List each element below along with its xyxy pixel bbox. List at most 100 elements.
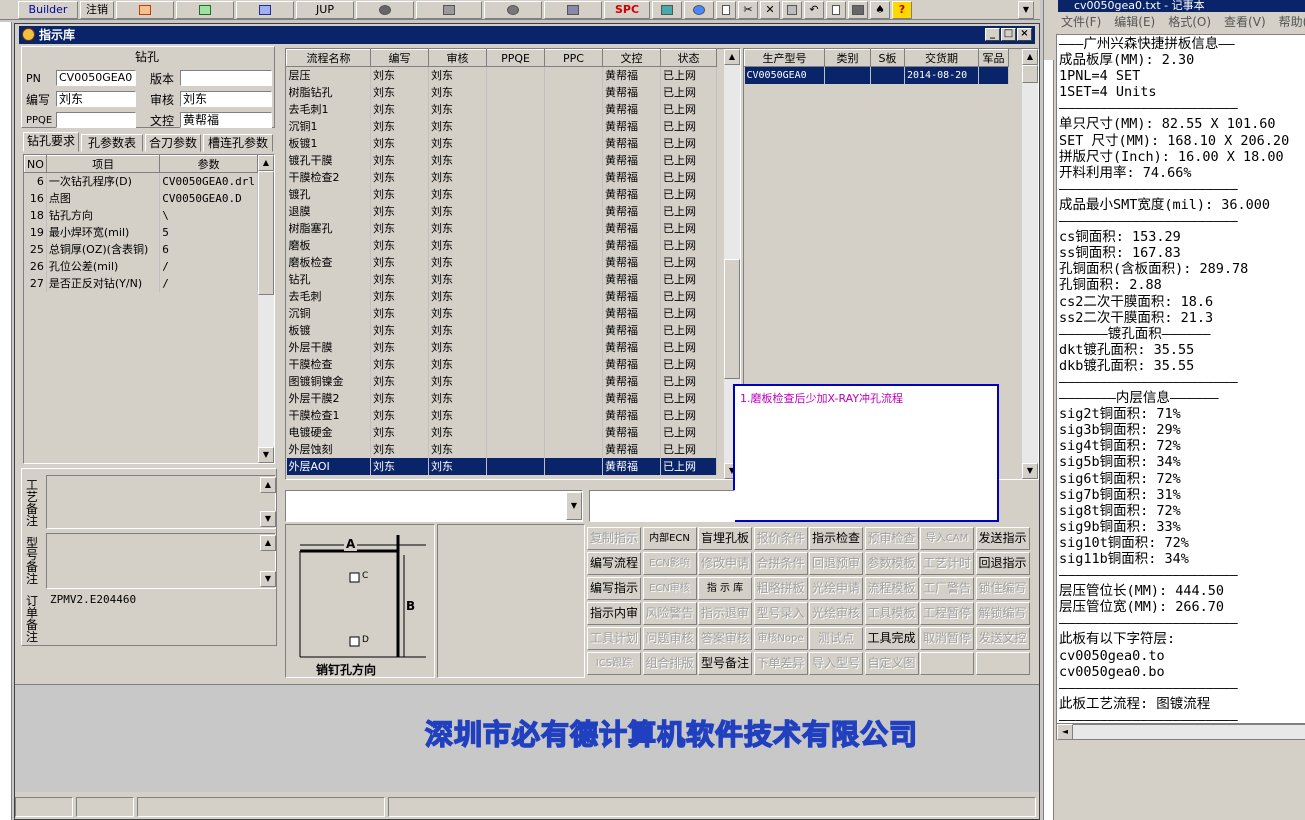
- col-ppc[interactable]: PPC: [544, 49, 603, 67]
- col-category[interactable]: 类别: [824, 49, 871, 67]
- col-ppqe[interactable]: PPQE: [486, 49, 545, 67]
- craft-scroll-down-icon[interactable]: ▼: [260, 511, 276, 527]
- action-button-2-2[interactable]: 指 示 库: [698, 577, 752, 600]
- action-button-5-5[interactable]: 自定义图: [864, 652, 919, 675]
- hscroll-left-icon[interactable]: ◄: [1057, 724, 1073, 740]
- col-military[interactable]: 军品: [978, 49, 1009, 67]
- table-row[interactable]: 树脂钻孔 刘东 刘东 黄帮福 已上网: [286, 83, 717, 101]
- table-row[interactable]: 干膜检查1 刘东 刘东 黄帮福 已上网: [286, 406, 717, 424]
- doc-control-field[interactable]: 黄帮福: [180, 112, 272, 128]
- col-author[interactable]: 编写: [370, 49, 429, 67]
- action-button-2-4[interactable]: 光绘申请: [809, 577, 863, 600]
- close-button[interactable]: ×: [1017, 28, 1032, 41]
- action-button-1-5[interactable]: 参数模板: [864, 552, 919, 575]
- table-row[interactable]: 外层蚀刻 刘东 刘东 黄帮福 已上网: [286, 440, 717, 458]
- action-button-3-7[interactable]: 解锁编写: [975, 602, 1030, 625]
- action-button-1-2[interactable]: 修改申请: [698, 552, 752, 575]
- action-button-5-6[interactable]: [920, 652, 974, 675]
- action-button-3-3[interactable]: 型号录入: [753, 602, 808, 625]
- action-button-3-6[interactable]: 工程暂停: [920, 602, 974, 625]
- table-row[interactable]: 图镀铜镍金 刘东 刘东 黄帮福 已上网: [286, 372, 717, 390]
- jup-button[interactable]: JUP: [296, 1, 354, 19]
- col-s-board[interactable]: S板: [870, 49, 905, 67]
- table-row[interactable]: 层压 刘东 刘东 黄帮福 已上网: [286, 66, 717, 84]
- maximize-button[interactable]: □: [1001, 28, 1016, 41]
- table-row[interactable]: 沉铜1 刘东 刘东 黄帮福 已上网: [286, 117, 717, 135]
- table-row[interactable]: 树脂塞孔 刘东 刘东 黄帮福 已上网: [286, 219, 717, 237]
- table-row[interactable]: 板镀 刘东 刘东 黄帮福 已上网: [286, 321, 717, 339]
- action-button-2-6[interactable]: 工厂警告: [920, 577, 974, 600]
- ppqe-field[interactable]: [56, 112, 136, 128]
- action-button-0-7[interactable]: 发送指示: [975, 527, 1030, 550]
- process-combo[interactable]: ▼: [285, 490, 583, 522]
- pn-field[interactable]: CV0050GEA0: [56, 70, 136, 86]
- action-button-0-0[interactable]: 复制指示: [587, 527, 641, 550]
- action-button-2-1[interactable]: ECN审核: [642, 577, 697, 600]
- model-scrollbar[interactable]: ▲ ▼: [1022, 49, 1038, 479]
- action-button-1-7[interactable]: 回退指示: [975, 552, 1030, 575]
- action-button-4-4[interactable]: 测试点: [809, 627, 863, 650]
- table-row[interactable]: 钻孔 刘东 刘东 黄帮福 已上网: [286, 270, 717, 288]
- scroll-down-icon[interactable]: ▼: [258, 447, 274, 463]
- model-scroll-down-icon[interactable]: ▼: [1022, 463, 1038, 479]
- table-row[interactable]: 板镀1 刘东 刘东 黄帮福 已上网: [286, 134, 717, 152]
- model-note-field[interactable]: [46, 533, 276, 589]
- action-button-5-3[interactable]: 下单差异: [753, 652, 808, 675]
- table-row[interactable]: 去毛刺 刘东 刘东 黄帮福 已上网: [286, 287, 717, 305]
- table-row[interactable]: 去毛刺1 刘东 刘东 黄帮福 已上网: [286, 100, 717, 118]
- action-button-3-5[interactable]: 工具模板: [864, 602, 919, 625]
- menu-file[interactable]: 文件(F): [1061, 15, 1101, 29]
- table-row[interactable]: 镀孔 刘东 刘东 黄帮福 已上网: [286, 185, 717, 203]
- toolbar-dropdown-icon[interactable]: ▼: [1018, 1, 1034, 19]
- builder-button[interactable]: Builder: [18, 1, 78, 19]
- table-row[interactable]: 电镀硬金 刘东 刘东 黄帮福 已上网: [286, 423, 717, 441]
- col-process-name[interactable]: 流程名称: [286, 49, 371, 67]
- col-production-model[interactable]: 生产型号: [744, 49, 825, 67]
- word-icon[interactable]: [236, 1, 294, 19]
- action-button-0-5[interactable]: 预审检查: [864, 527, 919, 550]
- action-button-3-2[interactable]: 指示退审: [698, 602, 752, 625]
- author-field[interactable]: 刘东: [56, 91, 136, 107]
- cut-icon[interactable]: ✂: [738, 1, 758, 19]
- model-scroll-thumb[interactable]: [1022, 65, 1038, 83]
- action-button-0-1[interactable]: 内部ECN: [642, 527, 697, 550]
- table-row[interactable]: 16 点图 CV0050GEA0.D: [24, 189, 258, 207]
- params-scrollbar[interactable]: ▲ ▼: [258, 155, 274, 463]
- model-scroll-up-icon[interactable]: ▲: [1022, 49, 1038, 65]
- ppt-icon[interactable]: [116, 1, 174, 19]
- action-button-0-6[interactable]: 导入CAM: [920, 527, 974, 550]
- action-button-4-5[interactable]: 工具完成: [864, 627, 919, 650]
- action-button-4-6[interactable]: 取消暂停: [920, 627, 974, 650]
- notepad-hscrollbar[interactable]: ◄: [1056, 724, 1305, 740]
- table-row[interactable]: 外层干膜 刘东 刘东 黄帮福 已上网: [286, 338, 717, 356]
- action-button-3-4[interactable]: 光绘审核: [809, 602, 863, 625]
- action-button-5-7[interactable]: [975, 652, 1030, 675]
- col-no[interactable]: NO: [24, 155, 47, 173]
- tab-hole-params[interactable]: 孔参数表: [81, 134, 143, 152]
- action-button-0-4[interactable]: 指示检查: [809, 527, 863, 550]
- action-button-0-2[interactable]: 盲埋孔板: [698, 527, 752, 550]
- excel-icon[interactable]: [176, 1, 234, 19]
- col-doc[interactable]: 文控: [602, 49, 661, 67]
- help-icon[interactable]: ?: [892, 1, 912, 19]
- craft-scroll-up-icon[interactable]: ▲: [260, 477, 276, 493]
- action-button-2-0[interactable]: 编写指示: [587, 577, 641, 600]
- action-button-4-0[interactable]: 工具计划: [587, 627, 641, 650]
- col-status[interactable]: 状态: [660, 49, 717, 67]
- action-button-1-0[interactable]: 编写流程: [587, 552, 641, 575]
- action-button-5-0[interactable]: ICS跟踪: [587, 652, 641, 675]
- craft-note-field[interactable]: [46, 475, 276, 529]
- action-button-1-4[interactable]: 回退预审: [809, 552, 863, 575]
- database-icon[interactable]: [416, 1, 482, 19]
- action-button-2-5[interactable]: 流程模板: [864, 577, 919, 600]
- process-scroll-up-icon[interactable]: ▲: [724, 49, 740, 65]
- process-scroll-thumb[interactable]: [724, 259, 740, 379]
- table-row[interactable]: 沉铜 刘东 刘东 黄帮福 已上网: [286, 304, 717, 322]
- tab-drill-requirements[interactable]: 钻孔要求: [23, 132, 79, 152]
- table-row[interactable]: 18 钻孔方向 \: [24, 206, 258, 224]
- tab-slot-params[interactable]: 槽连孔参数: [203, 134, 273, 152]
- reviewer-field[interactable]: 刘东: [180, 91, 272, 107]
- table-row[interactable]: 磨板检查 刘东 刘东 黄帮福 已上网: [286, 253, 717, 271]
- note-input[interactable]: [589, 490, 735, 522]
- action-button-0-3[interactable]: 报价条件: [753, 527, 808, 550]
